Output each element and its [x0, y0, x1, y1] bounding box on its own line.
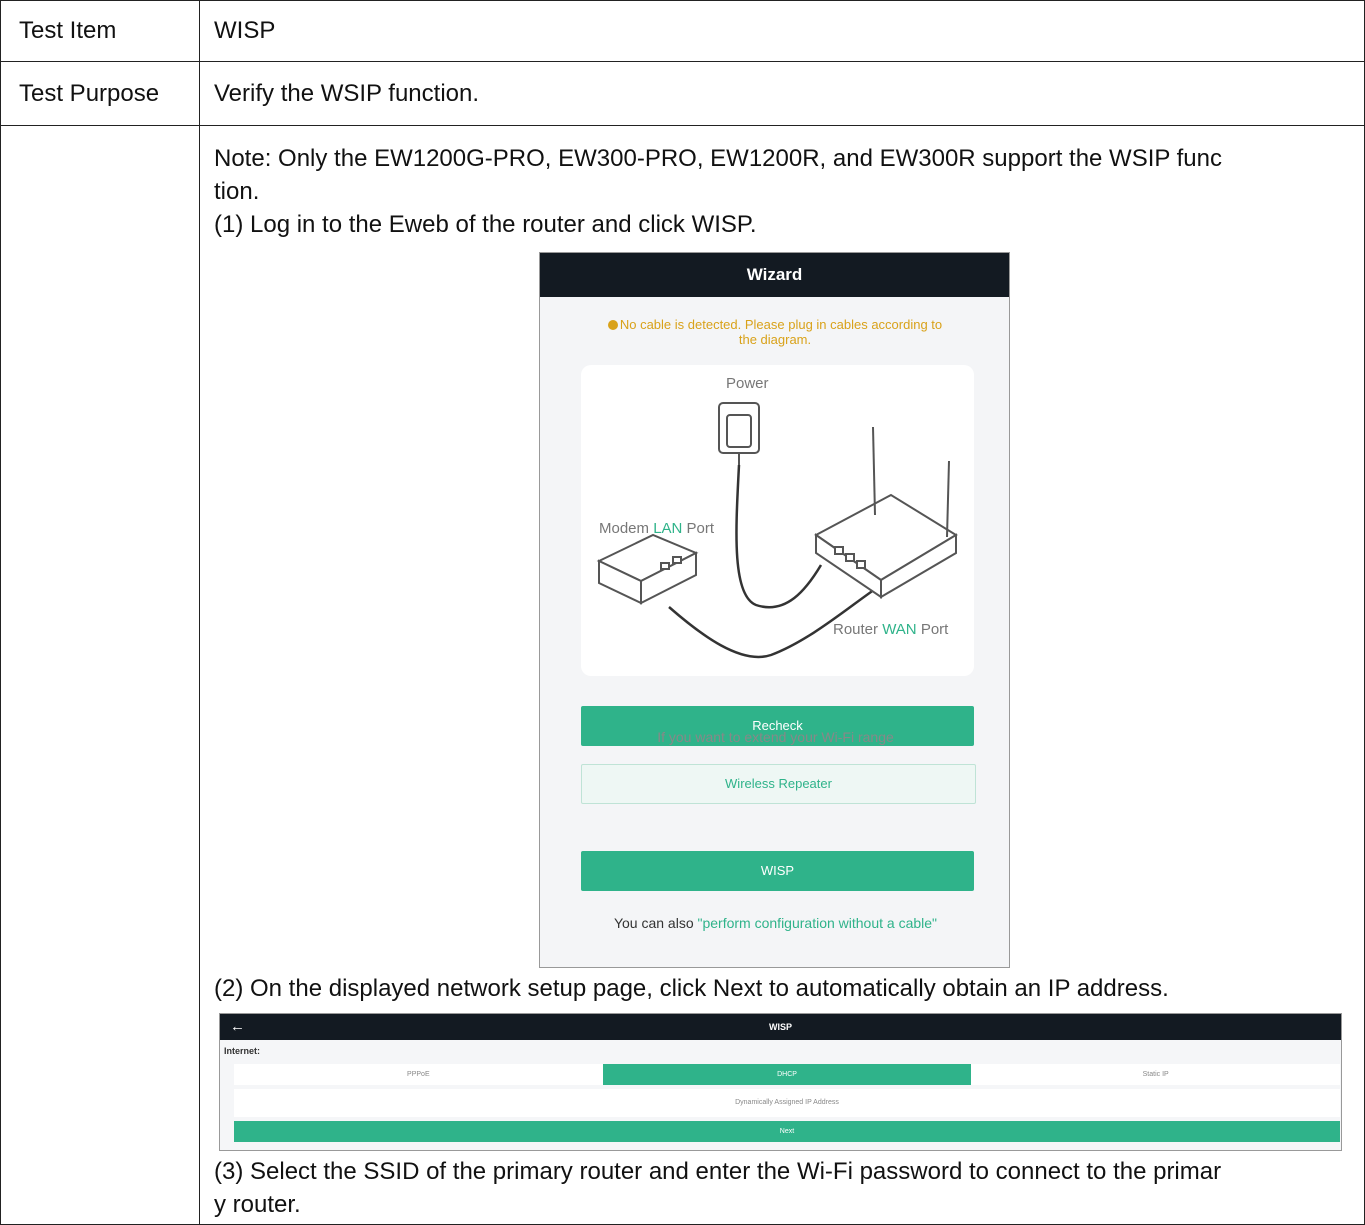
extend-wifi-text: If you want to extend your Wi-Fi range: [657, 729, 894, 745]
step-3-text: (3) Select the SSID of the primary route…: [214, 1158, 1222, 1185]
wizard-screenshot: Wizard No cable is detected. Please plug…: [539, 252, 1010, 968]
tab-dhcp[interactable]: DHCP: [602, 1064, 972, 1085]
power-adapter-icon: [718, 402, 760, 465]
wisp-header: ← WISP: [220, 1014, 1341, 1040]
internet-label: Internet:: [224, 1046, 260, 1056]
row-divider: [0, 125, 1365, 126]
note-text: Note: Only the EW1200G-PRO, EW300-PRO, E…: [214, 145, 1222, 172]
test-purpose-label: Test Purpose: [19, 80, 160, 107]
no-cable-config-link[interactable]: "perform configuration without a cable": [698, 915, 938, 931]
router-icon: [814, 426, 958, 599]
test-item-value: WISP: [214, 17, 276, 44]
test-purpose-value: Verify the WSIP function.: [214, 80, 480, 107]
tab-pppoe[interactable]: PPPoE: [234, 1064, 603, 1085]
wisp-button[interactable]: WISP: [581, 851, 974, 891]
next-button[interactable]: Next: [234, 1121, 1340, 1142]
footer-prefix: You can also: [613, 915, 698, 931]
warning-line-1: No cable is detected. Please plug in cab…: [619, 317, 943, 332]
router-label-prefix: Router: [833, 621, 883, 638]
router-wan-port-label: Router WAN Port: [833, 621, 948, 638]
modem-icon: [596, 533, 699, 605]
modem-label-suffix: Port: [682, 520, 715, 537]
note-text-cont: tion.: [214, 178, 260, 205]
cable-diagram: Power Modem LAN Port Router WAN Port: [581, 365, 974, 676]
wizard-title: Wizard: [540, 253, 1009, 297]
modem-lan-port-label: Modem LAN Port: [599, 520, 714, 537]
router-label-suffix: Port: [916, 621, 949, 638]
back-arrow-icon[interactable]: ←: [230, 1014, 245, 1040]
dhcp-description: Dynamically Assigned IP Address: [234, 1089, 1340, 1117]
warning-line-2: the diagram.: [738, 332, 812, 347]
power-cable: [735, 464, 823, 609]
connection-type-tabs: PPPoE DHCP Static IP: [234, 1064, 1340, 1085]
column-divider: [199, 0, 200, 1225]
tab-static-ip[interactable]: Static IP: [971, 1064, 1340, 1085]
row-divider: [0, 61, 1365, 62]
cable-warning: No cable is detected. Please plug in cab…: [560, 317, 990, 347]
step-1-text: (1) Log in to the Eweb of the router and…: [214, 211, 757, 238]
wan-highlight: WAN: [882, 621, 917, 638]
modem-label-prefix: Modem: [599, 520, 654, 537]
wireless-repeater-button[interactable]: Wireless Repeater: [581, 764, 976, 804]
step-2-text: (2) On the displayed network setup page,…: [214, 975, 1169, 1002]
wisp-page-title: WISP: [768, 1022, 792, 1032]
warning-icon: [607, 320, 618, 330]
step-3-text-cont: y router.: [214, 1191, 301, 1218]
wisp-screenshot: ← WISP Internet: PPPoE DHCP Static IP Dy…: [219, 1013, 1342, 1151]
no-cable-config-text: You can also "perform configuration with…: [540, 915, 1009, 931]
lan-highlight: LAN: [653, 520, 683, 537]
test-item-label: Test Item: [19, 17, 117, 44]
power-label: Power: [726, 375, 769, 392]
